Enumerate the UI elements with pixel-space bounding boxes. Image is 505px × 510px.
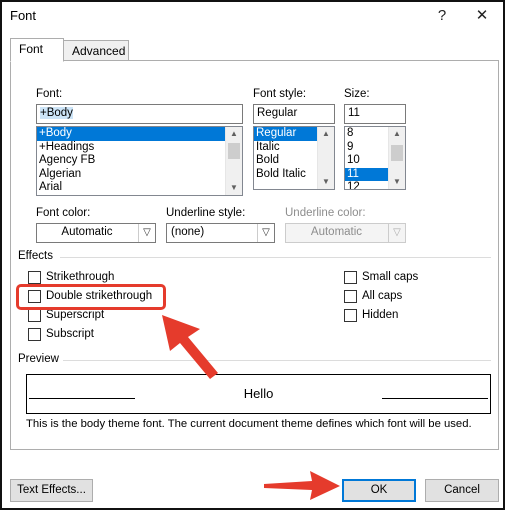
chevron-down-icon[interactable]: ▽ (138, 224, 155, 242)
subscript-checkbox[interactable] (28, 328, 41, 341)
font-input[interactable]: +Body (36, 104, 243, 124)
underline-style-value: (none) (171, 226, 205, 238)
scroll-down-icon[interactable]: ▼ (318, 175, 334, 189)
all-caps-checkbox[interactable] (344, 290, 357, 303)
underline-color-select: Automatic ▽ (285, 223, 406, 243)
title-bar: Font ? ✕ (2, 2, 503, 32)
font-label: Font: (36, 88, 63, 100)
annotation-arrow-up-icon (162, 315, 218, 379)
underline-color-value: Automatic (310, 226, 363, 238)
font-style-label: Font style: (253, 88, 307, 100)
size-input[interactable]: 11 (344, 104, 406, 124)
font-style-input[interactable]: Regular (253, 104, 335, 124)
font-list-scrollbar[interactable]: ▲ ▼ (225, 127, 242, 195)
effects-heading: Effects (18, 250, 53, 262)
hidden-checkbox[interactable] (344, 309, 357, 322)
superscript-label[interactable]: Superscript (46, 309, 104, 321)
font-input-value: +Body (40, 107, 73, 119)
preview-sample-text: Hello (243, 386, 274, 401)
list-item[interactable]: Algerian (37, 168, 242, 182)
preview-heading: Preview (18, 353, 59, 365)
list-item[interactable]: Arial (37, 181, 242, 195)
tab-font-label: Font (19, 42, 44, 56)
size-label: Size: (344, 88, 370, 100)
preview-divider (63, 360, 491, 361)
font-color-value: Automatic (61, 226, 113, 238)
small-caps-checkbox[interactable] (344, 271, 357, 284)
strikethrough-checkbox[interactable] (28, 271, 41, 284)
font-style-list-scrollbar[interactable]: ▲ ▼ (317, 127, 334, 189)
superscript-checkbox[interactable] (28, 309, 41, 322)
help-button[interactable]: ? (422, 4, 462, 28)
size-list[interactable]: 8 9 10 11 12 ▲ ▼ (344, 126, 406, 190)
font-style-list[interactable]: Regular Italic Bold Bold Italic ▲ ▼ (253, 126, 335, 190)
scroll-down-icon[interactable]: ▼ (226, 181, 242, 195)
tab-advanced[interactable]: Advanced (63, 40, 129, 62)
underline-style-select[interactable]: (none) ▽ (166, 223, 275, 243)
font-dialog: Font ? ✕ Font Advanced Font: +Body +Body… (0, 0, 505, 510)
tab-font[interactable]: Font (10, 38, 64, 62)
font-list[interactable]: +Body +Headings Agency FB Algerian Arial… (36, 126, 243, 196)
annotation-arrow-right-icon (264, 471, 340, 500)
hidden-label[interactable]: Hidden (362, 309, 398, 321)
font-color-label: Font color: (36, 207, 91, 219)
chevron-down-icon[interactable]: ▽ (257, 224, 274, 242)
preview-description: This is the body theme font. The current… (26, 418, 472, 430)
text-effects-button[interactable]: Text Effects... (10, 479, 93, 502)
close-button[interactable]: ✕ (462, 4, 502, 28)
size-list-scrollbar[interactable]: ▲ ▼ (388, 127, 405, 189)
annotation-highlight-box (16, 284, 166, 310)
scroll-thumb[interactable] (228, 143, 240, 159)
all-caps-label[interactable]: All caps (362, 290, 402, 302)
scroll-thumb[interactable] (391, 145, 403, 161)
scroll-up-icon[interactable]: ▲ (389, 127, 405, 141)
small-caps-label[interactable]: Small caps (362, 271, 418, 283)
list-item[interactable]: Agency FB (37, 154, 242, 168)
underline-color-label: Underline color: (285, 207, 366, 219)
scroll-up-icon[interactable]: ▲ (226, 127, 242, 141)
effects-divider (60, 257, 491, 258)
tab-advanced-label: Advanced (72, 44, 126, 58)
underline-style-label: Underline style: (166, 207, 246, 219)
chevron-down-icon: ▽ (388, 224, 405, 242)
ok-button[interactable]: OK (342, 479, 416, 502)
preview-box: Hello (26, 374, 491, 414)
subscript-label[interactable]: Subscript (46, 328, 94, 340)
strikethrough-label[interactable]: Strikethrough (46, 271, 114, 283)
scroll-up-icon[interactable]: ▲ (318, 127, 334, 141)
font-color-select[interactable]: Automatic ▽ (36, 223, 156, 243)
list-item[interactable]: +Headings (37, 141, 242, 155)
cancel-button[interactable]: Cancel (425, 479, 499, 502)
dialog-title: Font (10, 8, 37, 23)
scroll-down-icon[interactable]: ▼ (389, 175, 405, 189)
list-item[interactable]: +Body (37, 127, 242, 141)
